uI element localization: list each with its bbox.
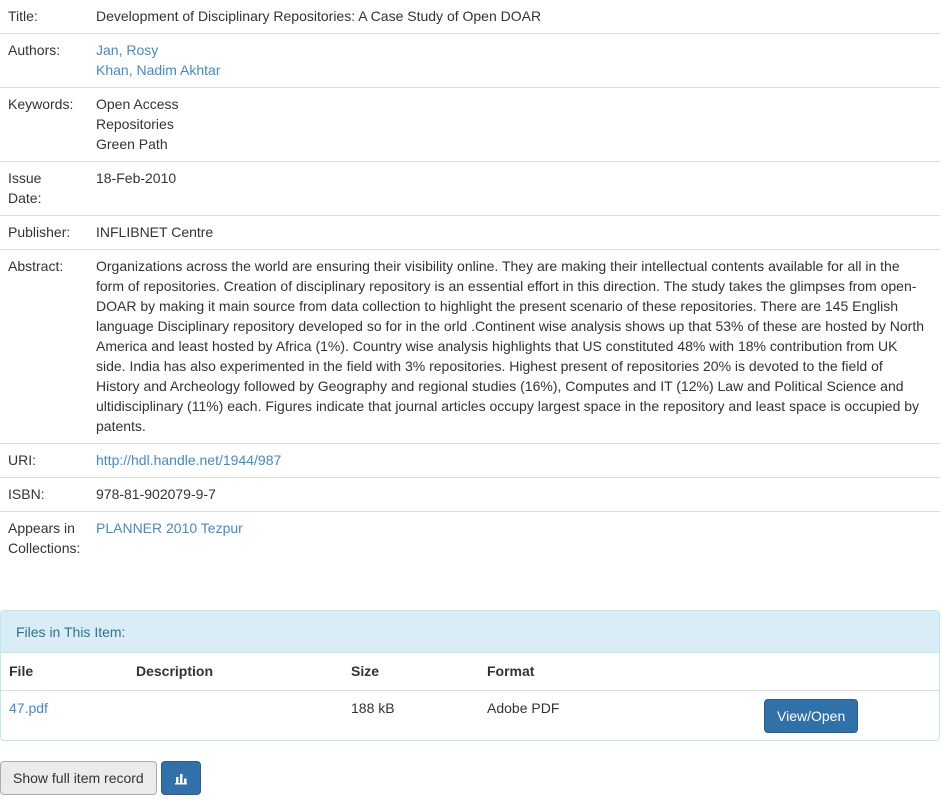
publisher: INFLIBNET Centre (88, 215, 940, 250)
file-description (128, 690, 343, 740)
files-panel: Files in This Item: File Description Siz… (0, 610, 940, 741)
keywords-list: Open Access Repositories Green Path (88, 87, 940, 162)
column-header-size: Size (343, 653, 479, 691)
issue-date-label-line: Date: (8, 190, 42, 206)
metadata-row-collections: Appears in Collections: PLANNER 2010 Tez… (0, 511, 940, 565)
item-title: Development of Disciplinary Repositories… (96, 8, 542, 24)
isbn: 978-81-902079-9-7 (88, 477, 940, 512)
show-full-record-button[interactable]: Show full item record (0, 761, 157, 795)
files-panel-heading: Files in This Item: (1, 611, 939, 653)
authors-label: Authors: (0, 33, 88, 88)
bar-chart-icon (174, 774, 187, 785)
column-header-format: Format (479, 653, 756, 691)
column-header-file: File (1, 653, 128, 691)
uri-label: URI: (0, 443, 88, 478)
keyword: Open Access (96, 96, 179, 112)
uri-cell: http://hdl.handle.net/1944/987 (88, 443, 940, 478)
author-link[interactable]: Khan, Nadim Akhtar (96, 60, 930, 80)
column-header-description: Description (128, 653, 343, 691)
keywords-label: Keywords: (0, 87, 88, 162)
collection-link[interactable]: PLANNER 2010 Tezpur (96, 520, 243, 536)
file-action-cell: View/Open (756, 690, 939, 740)
file-size: 188 kB (351, 699, 395, 716)
publisher-label: Publisher: (0, 215, 88, 250)
collections-label-line: Appears in (8, 520, 75, 536)
view-open-button[interactable]: View/Open (764, 698, 859, 733)
issue-date-label-line: Issue (8, 170, 42, 186)
issue-date: 18-Feb-2010 (88, 161, 940, 216)
collection-cell: PLANNER 2010 Tezpur (88, 511, 940, 565)
metadata-row-keywords: Keywords: Open Access Repositories Green… (0, 87, 940, 162)
abstract-text: Organizations across the world are ensur… (88, 249, 940, 444)
metadata-row-title: Title: Development of Disciplinary Repos… (0, 0, 940, 34)
files-table-header: File Description Size Format (1, 653, 939, 691)
metadata-row-publisher: Publisher: INFLIBNET Centre (0, 215, 940, 250)
column-header-action (756, 653, 939, 691)
issue-date-label: Issue Date: (0, 161, 88, 216)
uri-link[interactable]: http://hdl.handle.net/1944/987 (96, 452, 281, 468)
keyword: Green Path (96, 136, 168, 152)
files-table: File Description Size Format 47.pdf 188 … (1, 653, 939, 740)
metadata-row-authors: Authors: Jan, Rosy Khan, Nadim Akhtar (0, 33, 940, 88)
authors-list: Jan, Rosy Khan, Nadim Akhtar (88, 33, 940, 88)
statistics-button[interactable] (160, 761, 201, 795)
metadata-row-uri: URI: http://hdl.handle.net/1944/987 (0, 443, 940, 478)
keyword: Repositories (96, 116, 174, 132)
title-label: Title: (8, 8, 38, 24)
collections-label: Appears in Collections: (0, 511, 88, 565)
item-metadata-table: Title: Development of Disciplinary Repos… (0, 0, 940, 565)
author-link[interactable]: Jan, Rosy (96, 40, 930, 60)
metadata-row-issue-date: Issue Date: 18-Feb-2010 (0, 161, 940, 216)
file-cell: 47.pdf (1, 690, 128, 740)
file-format: Adobe PDF (487, 699, 560, 716)
metadata-row-abstract: Abstract: Organizations across the world… (0, 249, 940, 444)
abstract-label: Abstract: (0, 249, 88, 444)
collections-label-line: Collections: (8, 540, 81, 556)
table-row: 47.pdf 188 kB Adobe PDF View/Open (1, 690, 939, 740)
item-actions: Show full item record (0, 761, 201, 795)
file-link[interactable]: 47.pdf (9, 700, 48, 716)
metadata-row-isbn: ISBN: 978-81-902079-9-7 (0, 477, 940, 512)
isbn-label: ISBN: (0, 477, 88, 512)
